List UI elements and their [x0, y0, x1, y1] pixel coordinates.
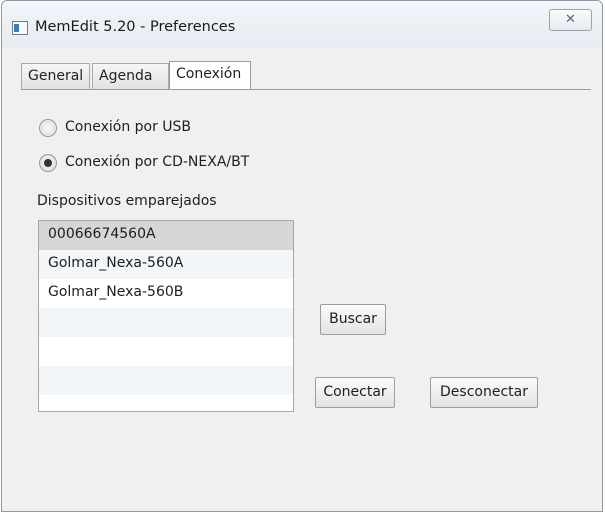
title-bar[interactable]: MemEdit 5.20 - Preferences ✕ — [2, 1, 602, 47]
tab-general[interactable]: General — [21, 63, 90, 89]
list-item-text: Golmar_Nexa-560A — [48, 255, 184, 271]
tab-agenda[interactable]: Agenda — [92, 63, 169, 89]
list-item[interactable]: Golmar_Nexa-560A — [39, 250, 293, 279]
window-title: MemEdit 5.20 - Preferences — [35, 19, 236, 35]
close-icon: ✕ — [565, 12, 576, 27]
preferences-window: MemEdit 5.20 - Preferences ✕ General Age… — [1, 0, 603, 512]
app-icon — [12, 21, 28, 35]
list-item-text: 00066674560A — [48, 226, 156, 242]
paired-devices-label: Dispositivos emparejados — [37, 193, 217, 209]
paired-devices-list[interactable]: 00066674560A Golmar_Nexa-560A Golmar_Nex… — [38, 220, 294, 412]
radio-usb-label: Conexión por USB — [65, 119, 192, 135]
disconnect-button[interactable]: Desconectar — [430, 377, 538, 408]
list-item[interactable] — [39, 308, 293, 337]
list-item-text: Golmar_Nexa-560B — [48, 284, 184, 300]
list-item[interactable]: Golmar_Nexa-560B — [39, 279, 293, 308]
close-button[interactable]: ✕ — [549, 9, 592, 31]
dialog-body: General Agenda Conexión Conexión por USB… — [9, 47, 595, 507]
tab-conexion[interactable]: Conexión — [169, 61, 251, 90]
list-item[interactable]: 00066674560A — [39, 221, 293, 250]
list-item[interactable] — [39, 337, 293, 366]
connect-button[interactable]: Conectar — [315, 377, 395, 408]
search-button[interactable]: Buscar — [320, 304, 386, 335]
radio-usb-button[interactable] — [39, 119, 57, 137]
radio-nexa-button[interactable] — [39, 154, 57, 172]
list-item[interactable] — [39, 366, 293, 395]
radio-nexa-label: Conexión por CD-NEXA/BT — [65, 154, 250, 170]
